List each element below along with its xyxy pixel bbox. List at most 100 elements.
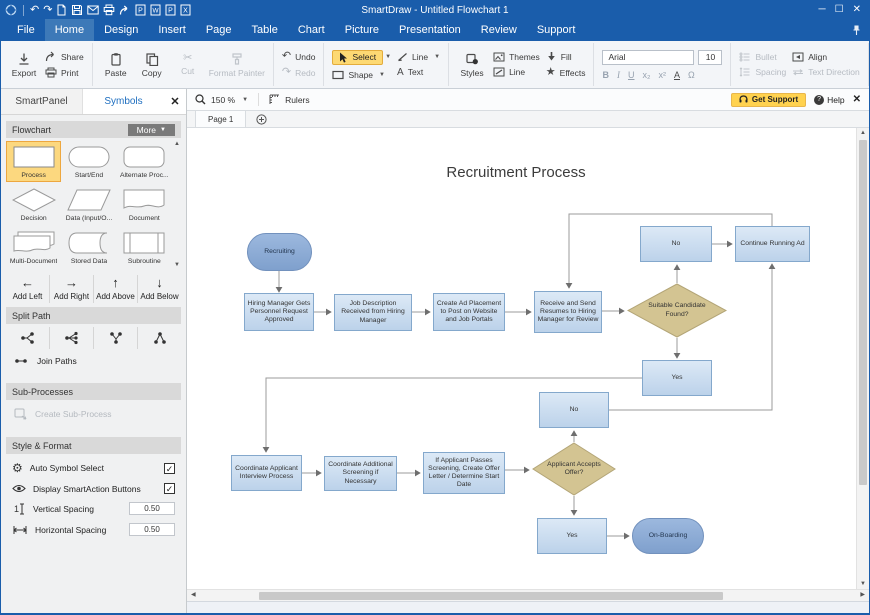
node-receive-resumes[interactable]: Receive and Send Resumes to Hiring Manag… [534, 291, 602, 333]
menu-design[interactable]: Design [94, 19, 148, 41]
symbol-document[interactable]: Document [117, 184, 172, 225]
menu-file[interactable]: File [7, 19, 45, 41]
join-paths-button[interactable]: Join Paths [6, 351, 181, 371]
horizontal-scrollbar[interactable]: ◀ ▶ [187, 589, 869, 601]
scroll-right-arrow-icon[interactable]: ▶ [860, 591, 865, 598]
rulers-toggle[interactable]: Rulers [285, 95, 310, 105]
select-tool-button[interactable]: Select [332, 50, 383, 65]
symbol-start-end[interactable]: Start/End [61, 141, 116, 182]
menu-presentation[interactable]: Presentation [389, 19, 471, 41]
symbol-data[interactable]: Data (Input/O... [61, 184, 116, 225]
auto-symbol-select-checkbox[interactable]: ✓ [164, 463, 175, 474]
shape-tool-button[interactable]: Shape ▼ [332, 70, 391, 80]
horizontal-spacing-input[interactable]: 0.50 [129, 523, 175, 536]
menu-chart[interactable]: Chart [288, 19, 335, 41]
vertical-scrollbar[interactable]: ▲ ▼ [856, 128, 869, 589]
node-yes-suitable[interactable]: Yes [642, 360, 712, 396]
vertical-spacing-input[interactable]: 0.50 [129, 502, 175, 515]
maximize-button[interactable]: ☐ [835, 5, 844, 15]
minimize-button[interactable]: ─ [819, 5, 826, 15]
node-continue-ad[interactable]: Continue Running Ad [735, 226, 810, 262]
node-job-description[interactable]: Job Description Received from Hiring Man… [334, 294, 412, 331]
subscript-button[interactable]: x₂ [642, 70, 650, 80]
symbol-subroutine[interactable]: Subroutine [117, 227, 172, 268]
text-tool-button[interactable]: A Text [397, 67, 440, 78]
add-above-button[interactable]: ↑ Add Above [93, 275, 137, 303]
underline-button[interactable]: U [628, 70, 635, 80]
get-support-button[interactable]: Get Support [731, 93, 806, 107]
pin-ribbon-icon[interactable] [852, 23, 861, 41]
symbol-stored-data[interactable]: Stored Data [61, 227, 116, 268]
close-button[interactable]: ✕ [853, 5, 861, 15]
zoom-dropdown-caret[interactable]: ▼ [242, 97, 248, 103]
export-share-icon[interactable] [119, 5, 131, 16]
add-left-button[interactable]: ← Add Left [6, 275, 49, 303]
email-icon[interactable] [87, 5, 99, 15]
font-name-input[interactable]: Arial [602, 50, 694, 65]
symbol-process[interactable]: Process [6, 141, 61, 182]
export-button[interactable]: Export [9, 52, 39, 78]
menu-support[interactable]: Support [527, 19, 586, 41]
bold-button[interactable]: B [602, 70, 609, 80]
scroll-up-arrow-icon[interactable]: ▲ [857, 130, 869, 136]
symbol-multi-document[interactable]: Multi-Document [6, 227, 61, 268]
canvas-close-icon[interactable]: ✕ [853, 94, 861, 105]
word-document-icon[interactable]: W [150, 4, 161, 16]
scroll-down-icon[interactable]: ▼ [174, 262, 180, 268]
powerpoint-document-icon[interactable]: P [165, 4, 176, 16]
tab-symbols[interactable]: Symbols [83, 89, 164, 114]
tab-smartpanel[interactable]: SmartPanel [1, 89, 83, 114]
node-additional-screening[interactable]: Coordinate Additional Screening if Neces… [324, 456, 397, 491]
menu-review[interactable]: Review [471, 19, 527, 41]
split-branch-down-button[interactable] [137, 327, 181, 349]
font-color-button[interactable]: A [674, 70, 680, 80]
node-no-suitable[interactable]: No [640, 226, 712, 262]
themes-button[interactable]: Themes [493, 52, 540, 62]
page-tab-1[interactable]: Page 1 [195, 111, 246, 127]
flowchart-title[interactable]: Recruitment Process [416, 164, 616, 181]
scroll-up-icon[interactable]: ▲ [174, 141, 180, 147]
split-two-below-button[interactable] [93, 327, 137, 349]
share-button[interactable]: Share [45, 51, 84, 62]
node-applicant-accepts[interactable]: Applicant Accepts Offer? [532, 442, 616, 496]
node-hiring-request[interactable]: Hiring Manager Gets Personnel Request Ap… [244, 293, 314, 331]
menu-home[interactable]: Home [45, 19, 94, 41]
menu-picture[interactable]: Picture [335, 19, 389, 41]
node-coordinate-interview[interactable]: Coordinate Applicant Interview Process [231, 455, 302, 491]
node-yes-accepts[interactable]: Yes [537, 518, 607, 554]
pdf-document-icon[interactable]: P [135, 4, 146, 16]
select-dropdown-caret[interactable]: ▼ [385, 54, 391, 60]
more-symbols-button[interactable]: More▼ [128, 124, 175, 136]
panel-close-icon[interactable]: ✕ [164, 89, 186, 114]
drawing-area[interactable]: Recruitment Process [187, 128, 856, 589]
add-page-button[interactable] [256, 111, 267, 127]
print-icon[interactable] [103, 4, 115, 16]
align-button[interactable]: Align [792, 52, 860, 62]
node-suitable-candidate[interactable]: Suitable Candidate Found? [627, 283, 727, 338]
quick-undo-icon[interactable]: ↶ [30, 5, 39, 16]
split-three-right-button[interactable] [49, 327, 93, 349]
paste-button[interactable]: Paste [101, 52, 131, 78]
fill-button[interactable]: Fill [546, 51, 586, 62]
node-onboarding[interactable]: On-Boarding [632, 518, 704, 554]
menu-table[interactable]: Table [242, 19, 288, 41]
scroll-left-arrow-icon[interactable]: ◀ [191, 591, 196, 598]
scroll-down-arrow-icon[interactable]: ▼ [857, 581, 869, 587]
symbol-alternate-process[interactable]: Alternate Proc... [117, 141, 172, 182]
node-create-ad[interactable]: Create Ad Placement to Post on Website a… [433, 293, 505, 331]
italic-button[interactable]: I [617, 70, 620, 80]
help-button[interactable]: ? Help [814, 95, 844, 105]
display-smartaction-checkbox[interactable]: ✓ [164, 483, 175, 494]
split-two-right-button[interactable] [6, 327, 49, 349]
node-offer-letter[interactable]: If Applicant Passes Screening, Create Of… [423, 452, 505, 494]
line-style-button[interactable]: Line [493, 67, 540, 77]
symbol-scrollbar[interactable]: ▲ ▼ [173, 141, 181, 268]
quick-redo-icon[interactable]: ↷ [43, 5, 52, 16]
add-right-button[interactable]: → Add Right [49, 275, 93, 303]
save-icon[interactable] [71, 4, 83, 16]
symbol-decision[interactable]: Decision [6, 184, 61, 225]
insert-symbol-button[interactable]: Ω [688, 70, 695, 80]
menu-insert[interactable]: Insert [148, 19, 196, 41]
horizontal-scroll-thumb[interactable] [259, 592, 723, 600]
zoom-level[interactable]: 150 % [211, 95, 235, 105]
